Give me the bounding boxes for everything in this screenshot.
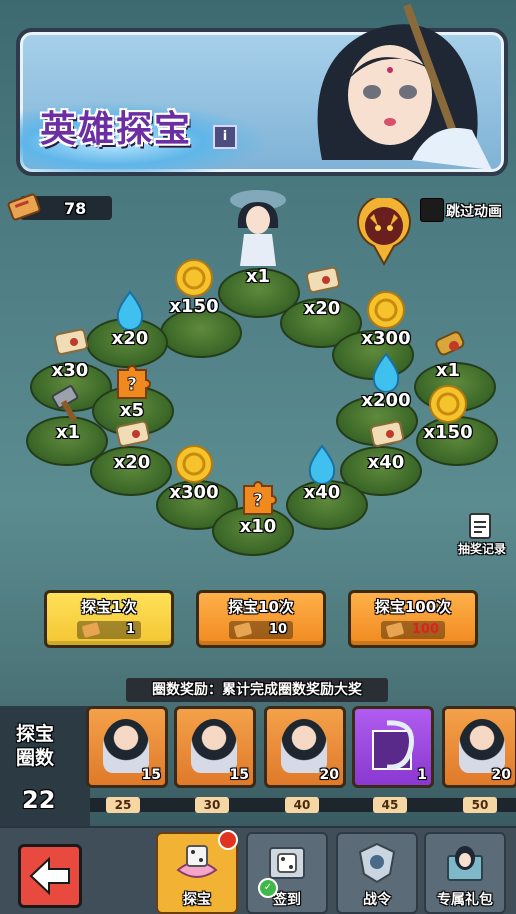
draw-10-button[interactable]: 探宝10次 10	[196, 590, 326, 648]
nav-tab-checkin[interactable]: 签到	[246, 832, 328, 914]
water-drop-icon	[308, 444, 336, 485]
reward-qty: 20	[319, 767, 339, 783]
milestone-marker: 30	[195, 797, 229, 813]
svg-text:?: ?	[253, 490, 263, 511]
ticket-icon	[81, 622, 101, 638]
event-title: 英雄探宝	[40, 109, 193, 150]
lap-count: 22	[22, 786, 56, 814]
document-icon	[469, 513, 491, 539]
hero-fragment-icon	[281, 719, 327, 773]
draw-record-button[interactable]: 抽奖记录	[452, 512, 512, 558]
reward-tile: ? x10	[218, 478, 298, 537]
gold-coin-icon	[429, 385, 467, 423]
lap-reward-banner: 圈数奖励：累计完成圈数奖励大奖	[126, 678, 388, 702]
draw-1-cost: 1	[77, 621, 141, 639]
hammer-icon	[51, 385, 79, 423]
draw-100-button[interactable]: 探宝100次 100	[348, 590, 478, 648]
ticket-count: 78	[64, 199, 87, 218]
nav-label: 探宝	[183, 892, 211, 908]
water-drop-icon	[116, 290, 144, 331]
hero-portrait	[317, 3, 492, 170]
draw-1-button[interactable]: 探宝1次 1	[44, 590, 174, 648]
reward-amount: x10	[239, 516, 277, 537]
back-arrow-icon	[29, 856, 70, 896]
lap-reward-card[interactable]: 20	[442, 706, 516, 788]
gift-hero-icon	[447, 846, 483, 881]
draw-1-label: 探宝1次	[81, 598, 137, 616]
nav-label: 专属礼包	[437, 892, 493, 908]
lap-reward-card[interactable]: 1	[352, 706, 434, 788]
gold-coin-icon	[175, 259, 213, 297]
scroll-icon	[115, 420, 150, 447]
ticket-icon	[233, 622, 253, 638]
skip-animation-label[interactable]: 跳过动画	[446, 201, 502, 221]
draw-100-label: 探宝100次	[374, 598, 452, 616]
hero-fragment-icon	[459, 719, 505, 773]
draw-10-cost: 10	[229, 621, 293, 639]
lap-reward-card[interactable]: 15	[174, 706, 256, 788]
notification-dot	[218, 830, 238, 850]
back-button[interactable]	[18, 844, 82, 908]
reward-qty: 20	[491, 767, 511, 783]
crest-icon	[358, 842, 396, 884]
reward-qty: 1	[417, 767, 427, 783]
lap-counter-label: 探宝圈数	[16, 723, 55, 769]
reward-qty: 15	[141, 767, 161, 783]
milestone-marker: 25	[106, 797, 140, 813]
mystery-puzzle-icon: ?	[243, 481, 277, 515]
water-drop-icon	[372, 352, 400, 393]
nav-tab-exclusive-gift[interactable]: 专属礼包	[424, 832, 506, 914]
reward-qty: 15	[229, 767, 249, 783]
ticket-icon	[7, 193, 41, 221]
draw-record-label: 抽奖记录	[457, 542, 506, 556]
purple-frame-icon	[372, 720, 414, 770]
lap-reward-card[interactable]: 15	[86, 706, 168, 788]
check-badge-icon: ✓	[258, 878, 278, 898]
milestone-marker: 45	[373, 797, 407, 813]
lotus-dice-icon	[176, 845, 218, 878]
skip-animation-checkbox[interactable]	[420, 198, 444, 222]
draw-10-label: 探宝10次	[228, 598, 294, 616]
info-icon[interactable]: i	[213, 125, 237, 149]
scroll-icon	[305, 266, 340, 293]
mystery-puzzle-icon: ?	[117, 365, 151, 399]
gold-coin-icon	[367, 291, 405, 329]
hero-fragment-icon	[103, 719, 149, 773]
demon-boss-marker-icon	[357, 198, 411, 267]
draw-100-cost: 100	[381, 621, 445, 639]
scroll-icon	[369, 420, 404, 447]
svg-text:?: ?	[127, 374, 137, 395]
ticket-icon	[385, 622, 405, 638]
golden-tool-icon	[435, 331, 465, 356]
gold-coin-icon	[175, 445, 213, 483]
milestone-marker: 40	[285, 797, 319, 813]
hero-figurine-icon	[230, 190, 286, 266]
scroll-icon	[53, 328, 88, 355]
milestone-marker: 50	[463, 797, 497, 813]
hero-fragment-icon	[191, 719, 237, 773]
nav-label: 战令	[363, 892, 391, 908]
nav-tab-battlepass[interactable]: 战令	[336, 832, 418, 914]
lap-reward-card[interactable]: 20	[264, 706, 346, 788]
